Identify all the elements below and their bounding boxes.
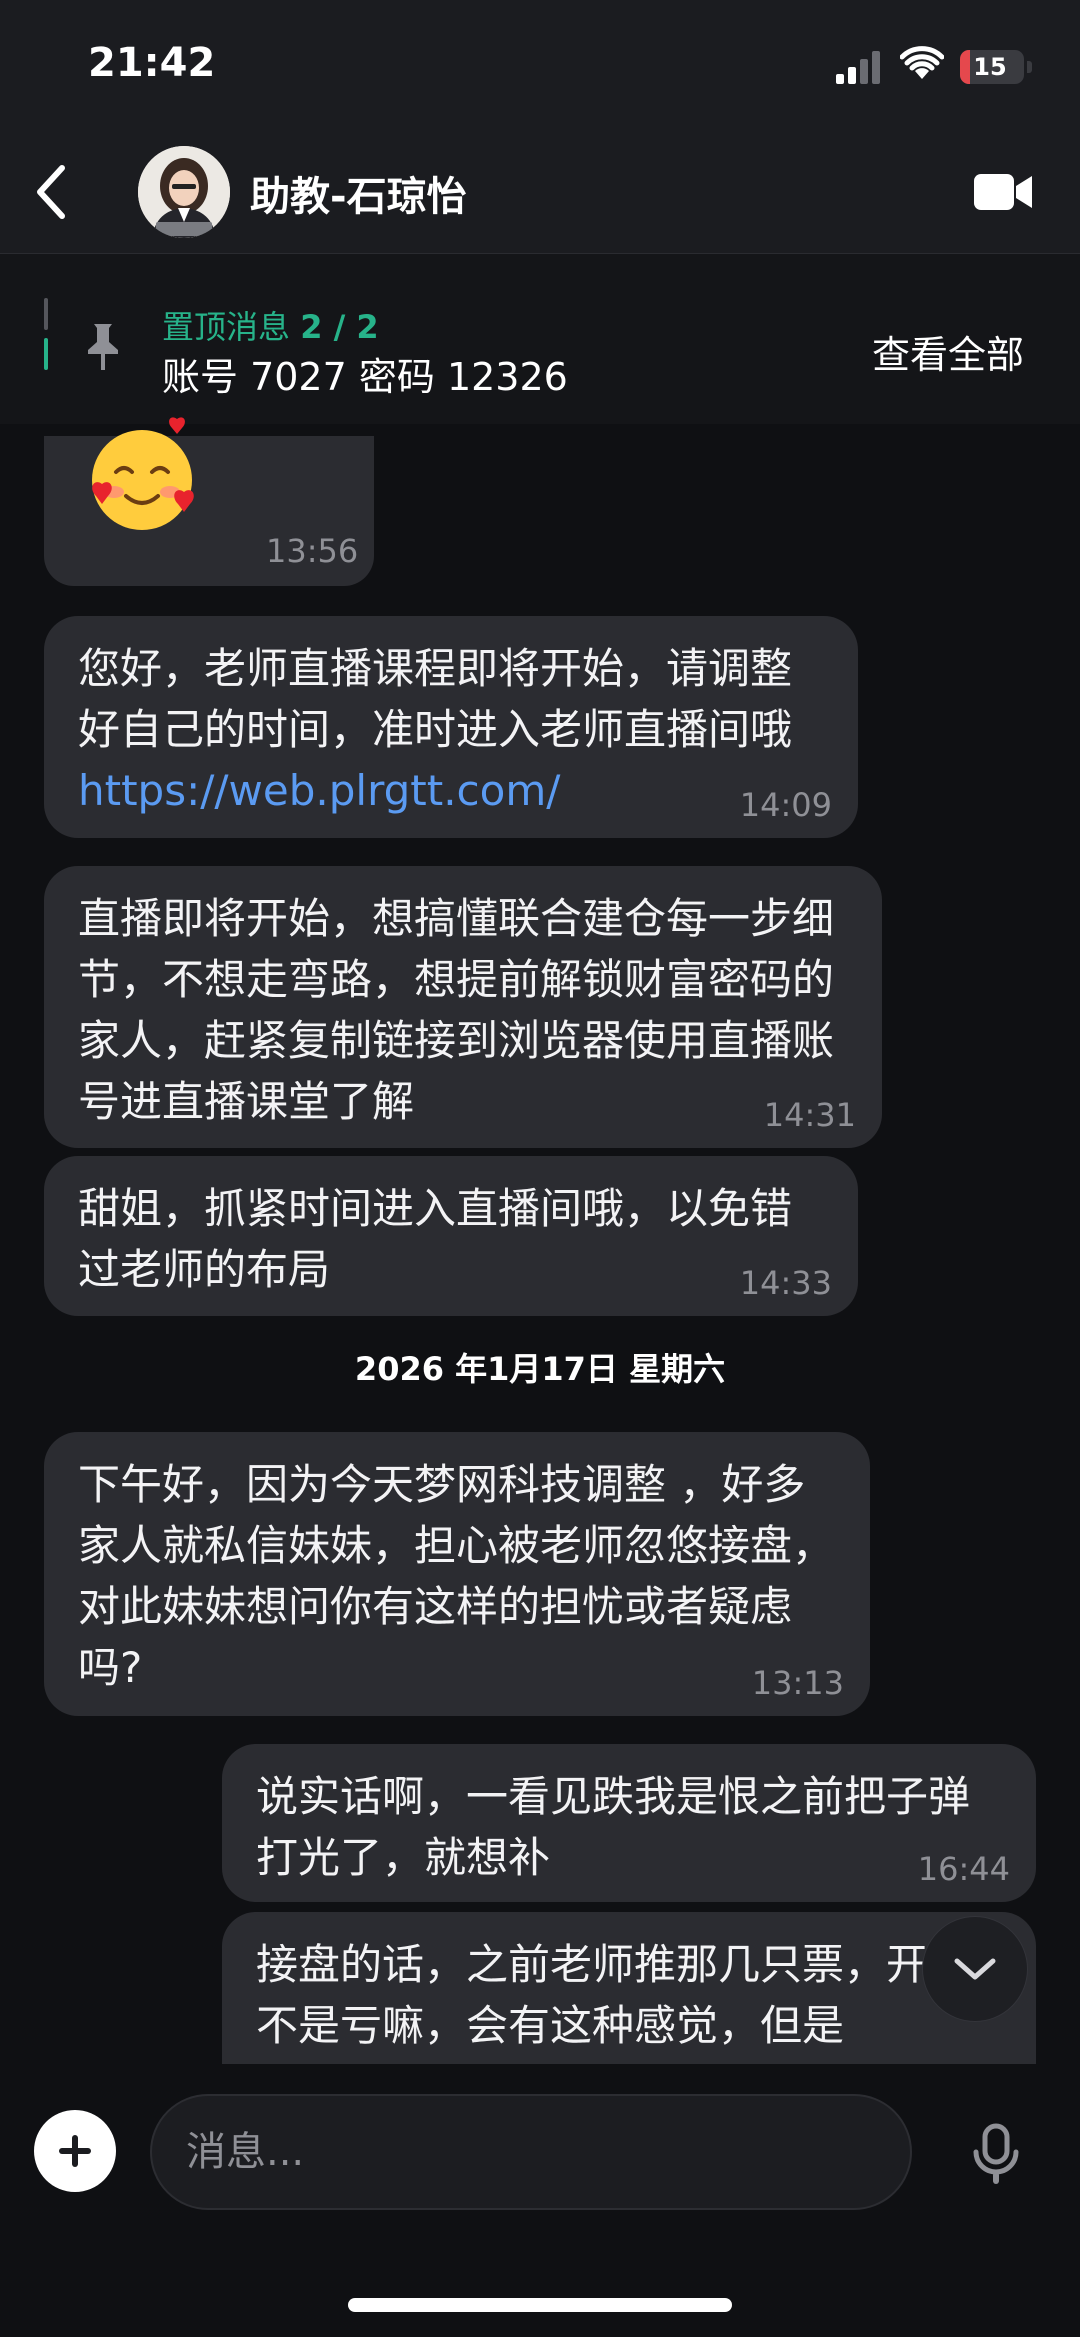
wifi-icon xyxy=(900,46,944,79)
message-text: 甜姐，抓紧时间进入直播间哦，以免错过老师的布局 xyxy=(78,1184,793,1294)
message-text-body: 您好，老师直播课程即将开始，请调整好自己的时间，准时进入老师直播间哦 xyxy=(78,644,793,754)
message-bubble-incoming[interactable]: 您好，老师直播课程即将开始，请调整好自己的时间，准时进入老师直播间哦 https… xyxy=(44,616,858,838)
contact-name[interactable]: 助教-石琼怡 xyxy=(250,164,467,222)
battery-indicator: 15 xyxy=(960,50,1024,84)
message-composer xyxy=(0,2066,1080,2337)
message-link[interactable]: https://web.plrgtt.com/ xyxy=(78,766,560,815)
message-time: 13:56 xyxy=(266,532,359,570)
message-text: 说实话啊，一看见跌我是恨之前把子弹打光了，就想补 xyxy=(256,1772,971,1882)
message-time: 14:33 xyxy=(739,1264,832,1302)
message-bubble-incoming[interactable]: 直播即将开始，想搞懂联合建仓每一步细节，不想走弯路，想提前解锁财富密码的家人，赶… xyxy=(44,866,882,1148)
message-input[interactable] xyxy=(150,2094,912,2210)
video-camera-icon[interactable] xyxy=(972,166,1036,218)
message-bubble-incoming[interactable]: 甜姐，抓紧时间进入直播间哦，以免错过老师的布局 14:33 xyxy=(44,1156,858,1316)
add-attachment-button[interactable] xyxy=(34,2110,116,2192)
battery-level: 15 xyxy=(973,53,1007,81)
pinned-label: 置顶消息 xyxy=(162,308,291,346)
message-bubble-outgoing[interactable]: 接盘的话，之前老师推那几只票，开始不是亏嘛，会有这种感觉，但是 xyxy=(222,1912,1036,2064)
chevron-down-icon xyxy=(954,1958,996,1980)
date-divider: 2026 年1月17日 星期六 xyxy=(354,1350,726,1388)
message-time: 13:13 xyxy=(751,1664,844,1702)
chat-header: 助教-石琼怡 xyxy=(0,130,1080,254)
message-bubble-incoming[interactable]: 下午好，因为今天梦网科技调整 ，好多家人就私信妹妹，担心被老师忽悠接盘，对此妹妹… xyxy=(44,1432,870,1716)
pinned-message-bar[interactable]: 置顶消息 2 / 2 账号 7027 密码 12326 查看全部 xyxy=(0,254,1080,424)
avatar-portrait xyxy=(138,146,230,238)
plus-icon xyxy=(59,2135,91,2167)
status-bar: 21:42 15 xyxy=(0,0,1080,130)
message-time: 14:09 xyxy=(739,786,832,824)
microphone-icon[interactable] xyxy=(968,2122,1024,2186)
pinned-message-text: 账号 7027 密码 12326 xyxy=(162,355,568,399)
pinned-title: 置顶消息 2 / 2 xyxy=(162,302,379,348)
message-time: 16:44 xyxy=(917,1850,1010,1888)
message-text: 下午好，因为今天梦网科技调整 ，好多家人就私信妹妹，担心被老师忽悠接盘，对此妹妹… xyxy=(78,1460,835,1692)
view-all-button[interactable]: 查看全部 xyxy=(872,324,1024,379)
pin-icon xyxy=(88,324,118,370)
avatar[interactable] xyxy=(138,146,230,238)
chevron-left-icon xyxy=(37,165,65,219)
message-bubble-emoji[interactable]: 13:56 xyxy=(44,417,374,586)
message-time: 14:31 xyxy=(763,1096,856,1134)
status-time: 21:42 xyxy=(88,40,216,86)
message-text: 您好，老师直播课程即将开始，请调整好自己的时间，准时进入老师直播间哦 https… xyxy=(78,638,824,821)
pinned-counter: 2 / 2 xyxy=(300,308,379,346)
battery-tip xyxy=(1027,61,1032,73)
message-text: 接盘的话，之前老师推那几只票，开始不是亏嘛，会有这种感觉，但是 xyxy=(256,1940,971,2050)
smiling-face-with-hearts-icon xyxy=(92,417,194,530)
message-text: 直播即将开始，想搞懂联合建仓每一步细节，不想走弯路，想提前解锁财富密码的家人，赶… xyxy=(78,894,835,1126)
pinned-counter-track xyxy=(44,298,48,370)
home-indicator[interactable] xyxy=(348,2298,732,2312)
chat-screen: 21:42 15 助教-石琼怡 置顶消息 2 / 2 账号 7027 密码 12… xyxy=(0,0,1080,2337)
scroll-to-bottom-button[interactable] xyxy=(922,1916,1028,2022)
message-bubble-outgoing[interactable]: 说实话啊，一看见跌我是恨之前把子弹打光了，就想补 16:44 xyxy=(222,1744,1036,1902)
cellular-signal-icon xyxy=(836,50,884,84)
back-button[interactable] xyxy=(20,160,80,224)
